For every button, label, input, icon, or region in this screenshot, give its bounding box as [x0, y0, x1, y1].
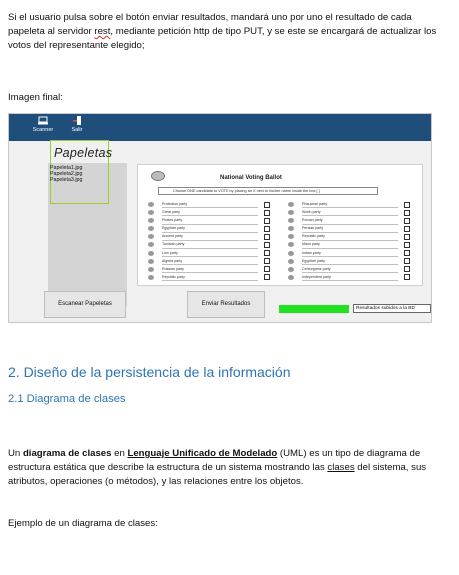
exit-icon — [73, 116, 81, 125]
ribbon-toolbar: Scanner Salir — [9, 114, 431, 141]
ballot-row: Great party — [148, 209, 276, 217]
vote-checkbox[interactable] — [404, 225, 410, 232]
scan-ballots-button[interactable]: Escanear Papeletas — [44, 291, 126, 318]
vote-checkbox[interactable] — [264, 201, 270, 208]
vote-checkbox[interactable] — [264, 217, 270, 224]
vote-checkbox[interactable] — [264, 225, 270, 232]
ballot-row: Maori party — [288, 241, 416, 249]
party-underline — [162, 280, 258, 282]
vote-checkbox[interactable] — [404, 258, 410, 265]
para1-misspelled-word: rest — [94, 26, 111, 38]
party-logo-icon — [288, 218, 294, 224]
upload-progress-bar — [279, 305, 349, 313]
ballot-row: Republic party — [148, 274, 276, 282]
vote-checkbox[interactable] — [404, 209, 410, 216]
party-logo-icon — [148, 242, 154, 248]
paragraph-send-results: Si el usuario pulsa sobre el botón envia… — [8, 11, 438, 54]
party-logo-icon — [148, 234, 154, 240]
party-logo-icon — [288, 226, 294, 232]
vote-checkbox[interactable] — [404, 266, 410, 273]
ballot-preview: National Voting Ballot Choose ONE candid… — [137, 164, 423, 286]
vote-checkbox[interactable] — [264, 209, 270, 216]
ballot-row: Algeria party — [148, 258, 276, 266]
ballot-row: Ancient party — [148, 233, 276, 241]
vote-checkbox[interactable] — [404, 274, 410, 281]
papeletas-title: Papeletas — [54, 146, 113, 160]
vote-checkbox[interactable] — [264, 250, 270, 257]
ribbon-button-scanner[interactable]: Scanner — [26, 116, 60, 133]
ballot-title: National Voting Ballot — [220, 175, 282, 181]
party-logo-icon — [288, 234, 294, 240]
para3-text-b: en — [111, 448, 128, 459]
ribbon-button-exit[interactable]: Salir — [60, 116, 94, 133]
ribbon-label-scanner: Scanner — [32, 127, 54, 133]
party-logo-icon — [148, 250, 154, 256]
party-logo-icon — [148, 210, 154, 216]
ballot-row: Protection party — [148, 201, 276, 209]
ballot-instruction: Choose ONE candidate to VOTE by placing … — [158, 187, 378, 195]
party-logo-icon — [288, 250, 294, 256]
final-image-caption: Imagen final: — [8, 92, 63, 103]
party-logo-icon — [288, 266, 294, 272]
party-logo-icon — [288, 210, 294, 216]
vote-checkbox[interactable] — [264, 241, 270, 248]
vote-checkbox[interactable] — [264, 258, 270, 265]
party-logo-icon — [148, 202, 154, 207]
party-logo-icon — [148, 218, 154, 224]
party-logo-icon — [148, 226, 154, 232]
ballot-row: Russian party — [148, 266, 276, 274]
ballot-column-right: Pharaonic party Worth party Roman party Per… — [288, 201, 416, 282]
ballot-row: Worth party — [288, 209, 416, 217]
status-field: Resultados subidos a la BD — [353, 304, 431, 313]
subsection-heading: 2.1 Diagrama de clases — [8, 393, 126, 405]
ballot-seal-icon — [151, 171, 165, 181]
ribbon-label-exit: Salir — [71, 127, 83, 133]
uml-link[interactable]: Lenguaje Unificado de Modelado — [127, 448, 277, 459]
ballot-row: Pharaonic party — [288, 201, 416, 209]
vote-checkbox[interactable] — [264, 266, 270, 273]
classes-link[interactable]: clases — [327, 462, 354, 473]
app-screenshot: Scanner Salir Papeletas Papeleta1.jpg Pa… — [8, 113, 432, 323]
party-logo-icon — [148, 266, 154, 272]
ballot-column-left: Protection party Great party Pirates party… — [148, 201, 276, 282]
section-heading: 2. Diseño de la persistencia de la infor… — [8, 364, 291, 380]
ballot-row: Indian party — [288, 250, 416, 258]
vote-checkbox[interactable] — [404, 250, 410, 257]
vote-checkbox[interactable] — [264, 274, 270, 281]
ballot-row: Pirates party — [148, 217, 276, 225]
vote-checkbox[interactable] — [404, 233, 410, 240]
ballot-file-list: Papeleta1.jpg Papeleta2.jpg Papeleta3.jp… — [50, 165, 82, 184]
vote-checkbox[interactable] — [264, 233, 270, 240]
ballot-row: Lion party — [148, 250, 276, 258]
example-caption: Ejemplo de un diagrama de clases: — [8, 518, 158, 529]
ballot-row: Tunisian party — [148, 241, 276, 249]
ballot-row: Egyptian party — [148, 225, 276, 233]
ballot-row: Centurgress party — [288, 266, 416, 274]
ballot-row: Roman party — [288, 217, 416, 225]
party-logo-icon — [148, 274, 154, 280]
party-logo-icon — [288, 242, 294, 248]
para3-bold-term: diagrama de clases — [22, 448, 112, 459]
ballot-row: Independent party — [288, 274, 416, 282]
ballot-row: Republic party — [288, 233, 416, 241]
ballot-row: Egyptian party — [288, 258, 416, 266]
party-logo-icon — [288, 274, 294, 280]
party-logo-icon — [148, 258, 154, 264]
ballot-row: Persian party — [288, 225, 416, 233]
para3-text-a: Un — [8, 448, 23, 459]
party-logo-icon — [288, 202, 294, 207]
party-underline — [302, 280, 398, 282]
scanner-icon — [38, 116, 48, 125]
vote-checkbox[interactable] — [404, 217, 410, 224]
vote-checkbox[interactable] — [404, 241, 410, 248]
list-item[interactable]: Papeleta3.jpg — [50, 177, 82, 183]
send-results-button[interactable]: Enviar Resultados — [187, 291, 265, 318]
paragraph-class-diagram: Un diagrama de clases en Lenguaje Unific… — [8, 447, 438, 490]
party-logo-icon — [288, 258, 294, 264]
vote-checkbox[interactable] — [404, 201, 410, 208]
